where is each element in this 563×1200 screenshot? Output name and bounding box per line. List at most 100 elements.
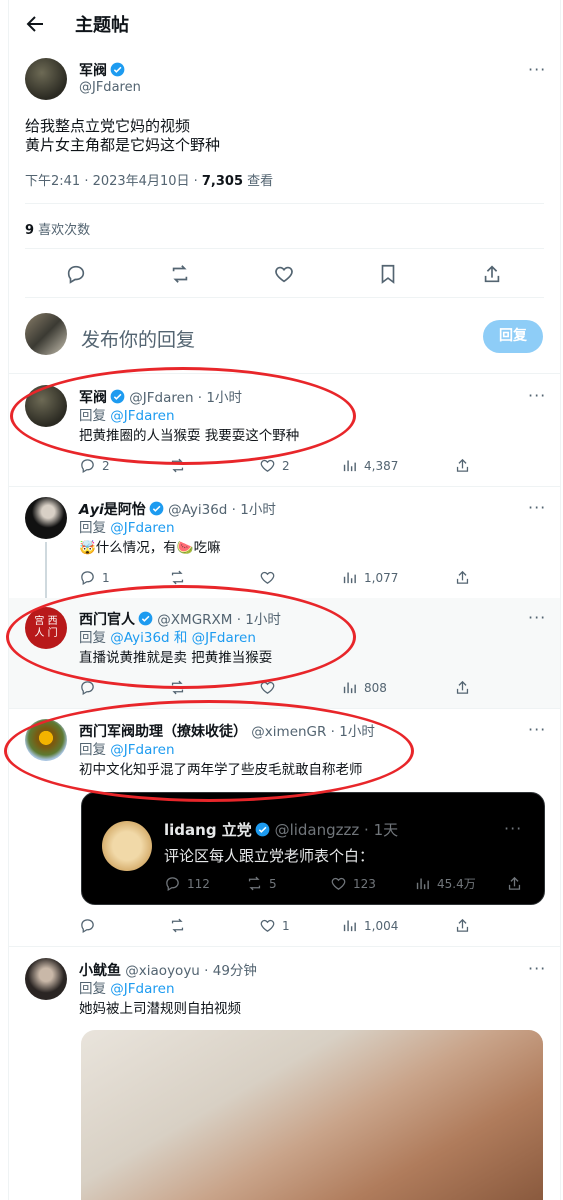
- retweet-icon: [171, 680, 184, 695]
- like-count: 123: [353, 876, 376, 891]
- media-image[interactable]: [81, 1030, 543, 1200]
- like-icon: [260, 459, 275, 472]
- like-count: 1: [282, 918, 290, 933]
- timestamp[interactable]: · 1小时: [232, 612, 281, 628]
- author-handle[interactable]: @XMGRXM: [157, 612, 232, 628]
- like-action: 123: [330, 875, 376, 892]
- avatar: [102, 821, 152, 871]
- verified-badge-icon: [138, 611, 153, 626]
- avatar[interactable]: [25, 385, 67, 427]
- author-name[interactable]: 𝘼𝙮𝙞是阿怡: [79, 502, 146, 518]
- like-action[interactable]: 2: [259, 457, 290, 474]
- retweet-icon: [171, 570, 184, 585]
- retweet-action[interactable]: [169, 569, 192, 586]
- author-line: 军阀: [79, 60, 125, 80]
- reply-action[interactable]: 1: [79, 569, 110, 586]
- reply-text: 🤯什么情况，有🍉吃嘛: [79, 540, 221, 556]
- page-title: 主题帖: [75, 15, 129, 36]
- retweet-count: 5: [269, 876, 277, 891]
- timestamp[interactable]: · 1小时: [227, 502, 276, 518]
- author-handle[interactable]: @Ayi36d: [168, 502, 227, 518]
- avatar[interactable]: [25, 719, 67, 761]
- avatar[interactable]: 宫 西人 门: [25, 607, 67, 649]
- timestamp[interactable]: 下午2:41 · 2023年4月10日 ·: [25, 174, 202, 189]
- reply-icon: [81, 919, 94, 934]
- quoted-tweet-card[interactable]: lidang 立党 @lidangzzz · 1天 ··· 评论区每人跟立党老师…: [81, 792, 545, 905]
- share-icon[interactable]: [454, 679, 471, 696]
- share-icon[interactable]: [481, 263, 503, 285]
- reply-prefix: 回复: [79, 630, 111, 646]
- author-handle[interactable]: @JFdaren: [79, 80, 141, 95]
- reply-icon: [81, 571, 94, 586]
- reply-composer-input[interactable]: 发布你的回复: [81, 325, 195, 352]
- reply-icon: [81, 681, 94, 696]
- reply-to-link[interactable]: @JFdaren: [110, 742, 174, 758]
- reply-action[interactable]: [79, 679, 102, 696]
- reply-icon[interactable]: [65, 263, 87, 285]
- replying-to: 回复 @JFdaren: [79, 406, 175, 426]
- like-icon: [260, 681, 275, 694]
- avatar[interactable]: [25, 58, 67, 100]
- reply-count: 1: [102, 570, 110, 585]
- more-options-icon[interactable]: ···: [528, 386, 546, 405]
- like-count: 2: [282, 458, 290, 473]
- my-avatar: [25, 313, 67, 355]
- like-icon: [331, 877, 346, 890]
- likes-summary[interactable]: 9 喜欢次数: [25, 219, 90, 238]
- timestamp[interactable]: · 1小时: [194, 390, 242, 406]
- author-name[interactable]: 军阀: [79, 63, 107, 79]
- reply-prefix: 回复: [79, 742, 111, 758]
- verified-badge-icon: [255, 822, 270, 837]
- tweet-text-line: 给我整点立党它妈的视频: [25, 117, 191, 135]
- avatar[interactable]: [25, 497, 67, 539]
- avatar[interactable]: [25, 958, 67, 1000]
- timestamp: · 1天: [359, 821, 399, 839]
- like-icon[interactable]: [273, 263, 295, 285]
- reply-icon: [81, 459, 94, 474]
- reply-action[interactable]: [79, 917, 102, 934]
- like-action[interactable]: [259, 679, 282, 696]
- more-options-icon[interactable]: ···: [528, 959, 546, 978]
- author-handle[interactable]: @ximenGR: [251, 724, 326, 740]
- reply-button[interactable]: 回复: [483, 320, 543, 353]
- like-action[interactable]: [259, 569, 282, 586]
- reply-to-link[interactable]: @JFdaren: [110, 408, 174, 424]
- more-options-icon[interactable]: ···: [528, 498, 546, 517]
- share-icon[interactable]: [454, 569, 471, 586]
- view-count: 1,004: [364, 918, 399, 933]
- reply-to-link[interactable]: @JFdaren: [110, 981, 174, 997]
- retweet-action[interactable]: [169, 457, 192, 474]
- retweet-action[interactable]: [169, 679, 192, 696]
- views-action[interactable]: 1,004: [341, 917, 398, 934]
- author-handle[interactable]: @JFdaren: [129, 390, 193, 406]
- share-icon[interactable]: [454, 457, 471, 474]
- author-name[interactable]: 西门军阀助理（撩妹收徒）: [79, 724, 247, 740]
- like-action[interactable]: 1: [259, 917, 290, 934]
- author-handle[interactable]: @xiaoyoyu: [125, 963, 200, 979]
- back-arrow-icon[interactable]: [23, 12, 47, 36]
- more-options-icon[interactable]: ···: [528, 720, 546, 739]
- reply-author-line: 西门军阀助理（撩妹收徒） @ximenGR · 1小时: [79, 720, 375, 741]
- like-icon: [260, 919, 275, 932]
- views-action[interactable]: 808: [341, 679, 387, 696]
- author-name[interactable]: 小鱿鱼: [79, 963, 121, 979]
- retweet-action[interactable]: [169, 917, 192, 934]
- share-icon: [508, 876, 521, 890]
- views-action[interactable]: 1,077: [341, 569, 398, 586]
- reply-to-link[interactable]: @JFdaren: [110, 520, 174, 536]
- author-name[interactable]: 西门官人: [79, 612, 135, 628]
- bookmark-icon[interactable]: [377, 263, 399, 285]
- reply-prefix: 回复: [79, 981, 111, 997]
- timestamp[interactable]: · 1小时: [326, 724, 375, 740]
- more-options-icon[interactable]: ···: [528, 60, 546, 79]
- reply-action[interactable]: 2: [79, 457, 110, 474]
- views-action[interactable]: 4,387: [341, 457, 398, 474]
- author-name[interactable]: 军阀: [79, 390, 107, 406]
- timestamp[interactable]: · 49分钟: [200, 963, 257, 979]
- views-icon: [343, 920, 356, 932]
- retweet-icon[interactable]: [169, 263, 191, 285]
- reply-to-link[interactable]: @Ayi36d 和 @JFdaren: [110, 630, 256, 646]
- retweet-icon: [171, 918, 184, 933]
- share-icon[interactable]: [454, 917, 471, 934]
- more-options-icon[interactable]: ···: [528, 608, 546, 627]
